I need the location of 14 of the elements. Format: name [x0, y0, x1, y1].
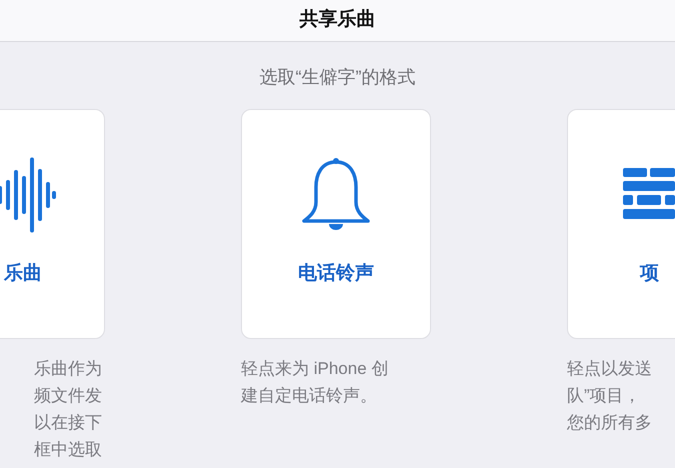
waveform-icon	[0, 156, 56, 234]
option-description: 乐曲作为 频文件发 以在接下 框中选取	[33, 358, 103, 461]
subtitle: 选取“生僻字”的格式	[260, 66, 416, 89]
option-description: 轻点来为 iPhone 创 建自定电话铃声。	[241, 358, 390, 407]
option-title: 电话铃声	[298, 262, 374, 286]
bricks-icon	[623, 168, 675, 222]
option-card[interactable]: 电话铃声	[241, 109, 431, 339]
option-description: 轻点以发送 队”项目， 您的所有多	[567, 358, 653, 434]
option-title: 项	[640, 262, 659, 286]
header-title: 共享乐曲	[300, 8, 376, 32]
bell-icon	[301, 157, 371, 233]
option-title: 乐曲	[4, 262, 42, 286]
option-card[interactable]: 项	[567, 109, 675, 339]
option-card[interactable]: 乐曲	[0, 109, 105, 339]
